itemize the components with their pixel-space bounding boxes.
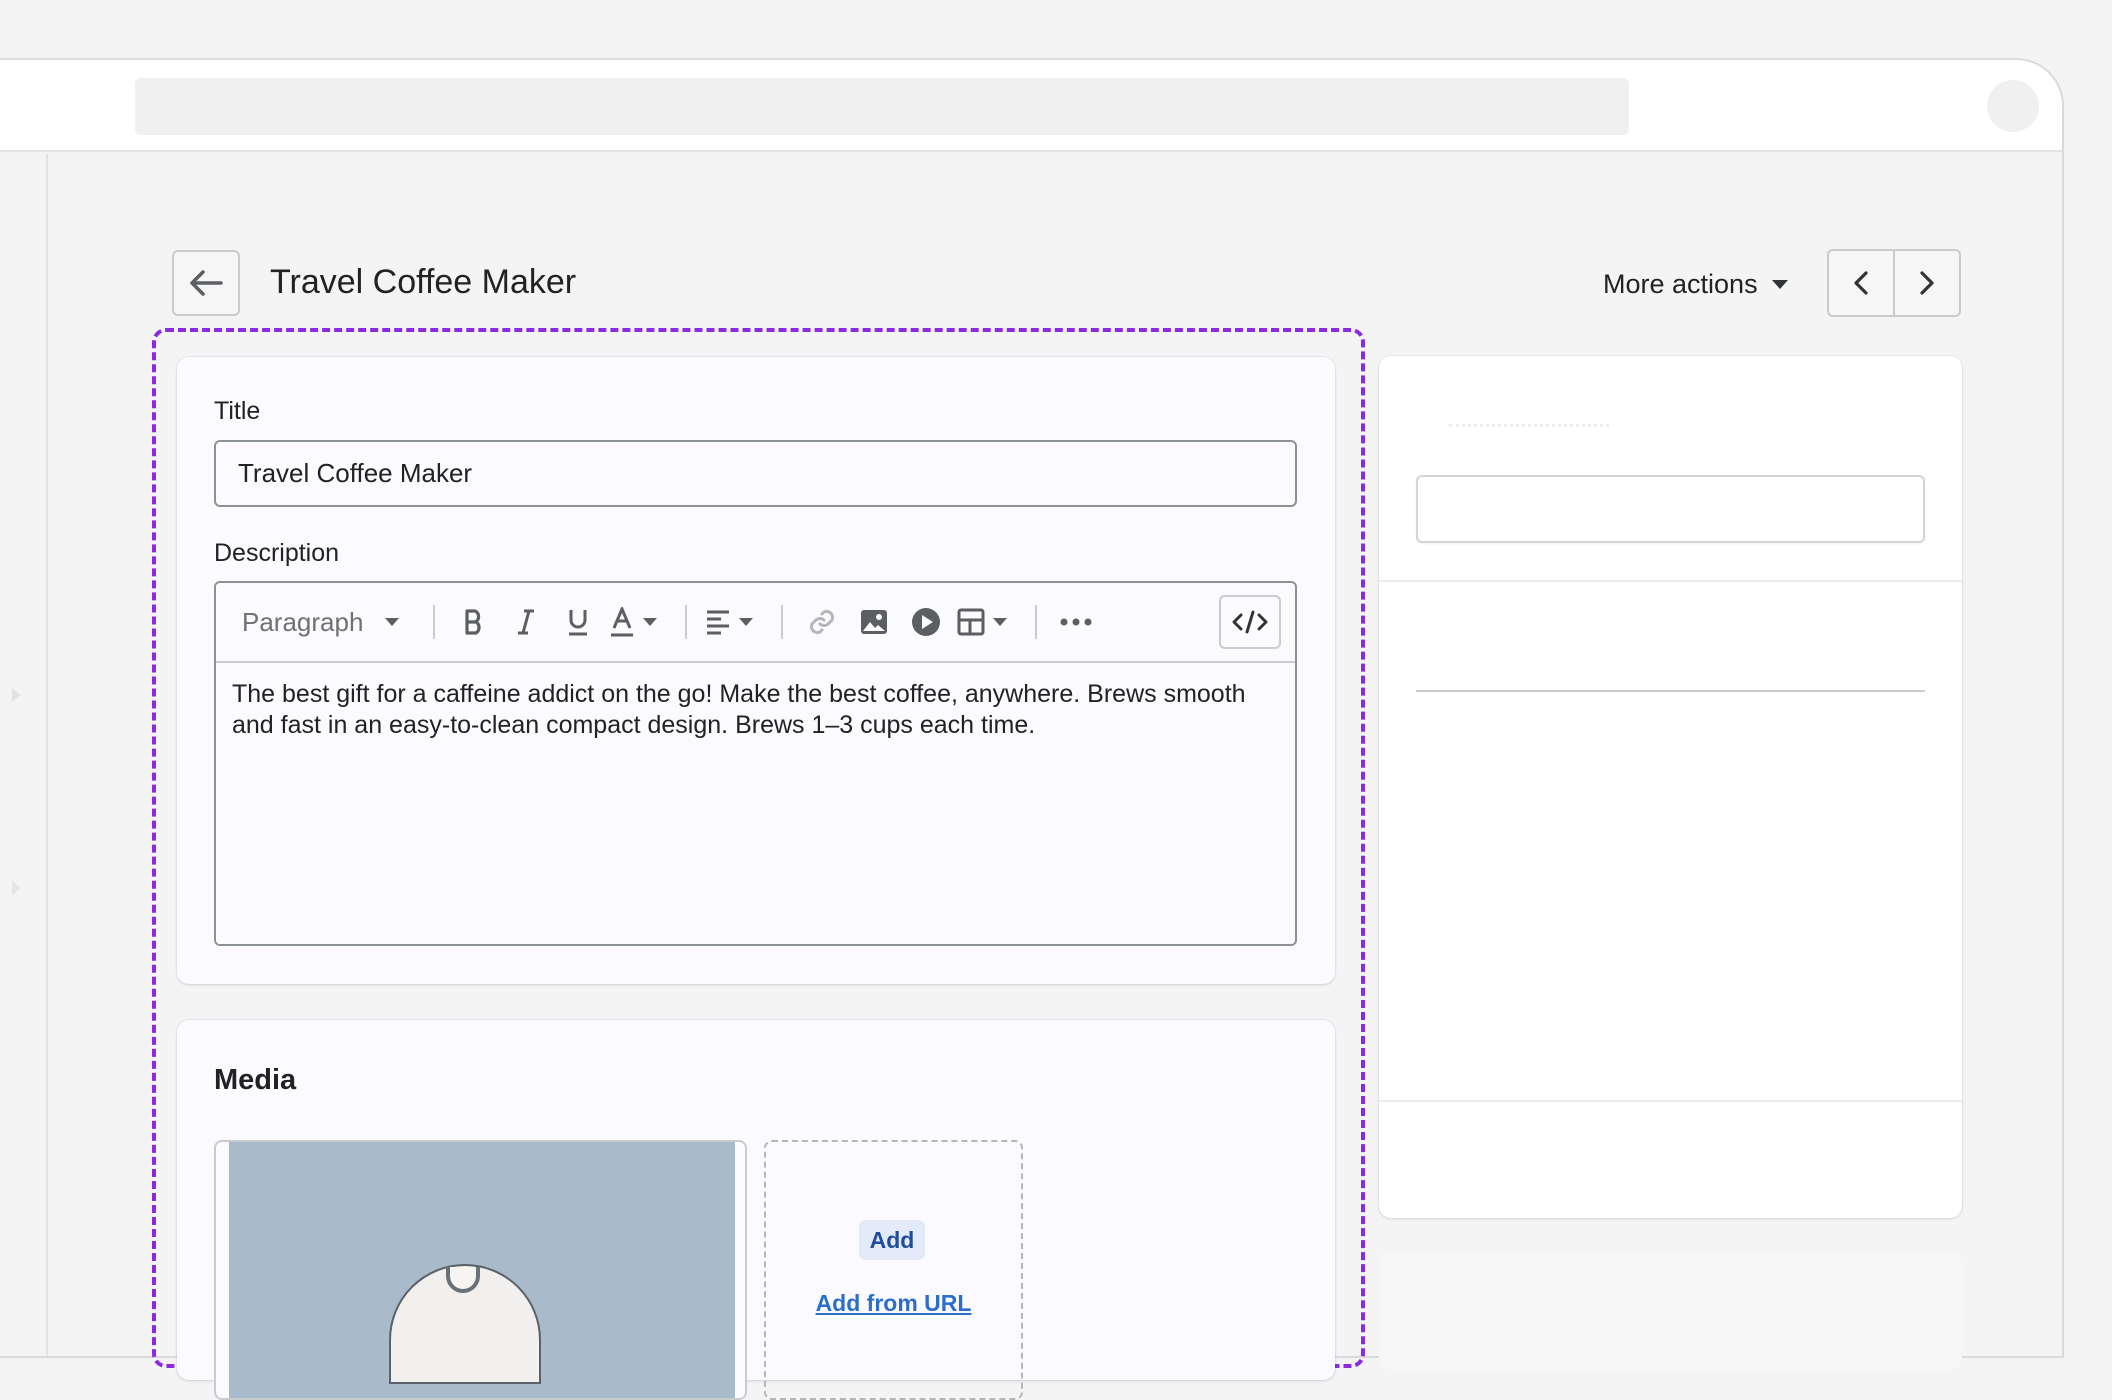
section-divider (1379, 1100, 1962, 1102)
underline-icon (569, 610, 588, 636)
sidebar-chevron-icon[interactable] (12, 688, 21, 702)
more-options-button[interactable] (1055, 600, 1097, 644)
sidebar-chevron-icon[interactable] (12, 881, 21, 895)
image-button[interactable] (853, 600, 895, 644)
more-actions-button[interactable]: More actions (1603, 262, 1788, 306)
media-title: Media (214, 1064, 297, 1096)
caret-down-icon (739, 618, 754, 626)
toolbar-divider (1035, 605, 1038, 639)
caret-down-icon (1771, 279, 1788, 289)
avatar[interactable] (1987, 80, 2039, 132)
code-view-button[interactable] (1219, 595, 1281, 649)
more-actions-label: More actions (1603, 268, 1758, 299)
caret-down-icon (993, 618, 1008, 626)
paragraph-format-value: Paragraph (242, 606, 364, 637)
arrow-left-icon (190, 270, 223, 296)
top-bar (0, 60, 2062, 152)
caret-down-icon (385, 618, 400, 626)
table-button[interactable] (957, 600, 1008, 644)
video-button[interactable] (905, 600, 947, 644)
description-editor: Paragraph The best gift for a caffeine a… (214, 581, 1297, 946)
side-panel-card-secondary (1379, 1250, 1962, 1370)
more-horizontal-icon (1060, 618, 1092, 626)
bold-icon (465, 609, 481, 635)
media-dropzone[interactable]: Add Add from URL (764, 1140, 1023, 1400)
editor-toolbar: Paragraph (216, 583, 1295, 663)
loading-text-placeholder (1449, 424, 1609, 428)
side-panel-card (1379, 356, 1962, 1218)
add-media-button[interactable]: Add (859, 1220, 925, 1260)
caret-down-icon (643, 618, 658, 626)
align-left-icon (707, 610, 730, 635)
next-button[interactable] (1893, 251, 1959, 315)
add-from-url-link[interactable]: Add from URL (766, 1290, 1021, 1317)
pagination (1827, 249, 1961, 317)
video-icon (912, 608, 941, 636)
media-card: Media Add Add from URL (177, 1020, 1335, 1400)
product-details-card: Title Travel Coffee Maker Description Pa… (177, 357, 1335, 984)
media-thumbnail[interactable] (214, 1140, 747, 1400)
code-icon (1232, 610, 1268, 634)
description-label: Description (214, 539, 340, 567)
italic-button[interactable] (505, 600, 547, 644)
chevron-left-icon (1854, 271, 1868, 295)
previous-button[interactable] (1829, 251, 1893, 315)
sidebar (0, 154, 48, 1356)
search-bar-placeholder[interactable] (135, 78, 1629, 135)
underline-button[interactable] (557, 600, 599, 644)
toolbar-divider (781, 605, 784, 639)
title-label: Title (214, 397, 261, 425)
image-icon (861, 610, 888, 634)
chevron-right-icon (1920, 271, 1934, 295)
description-text: The best gift for a caffeine addict on t… (232, 680, 1246, 739)
title-input-value: Travel Coffee Maker (238, 458, 473, 488)
table-icon (957, 608, 985, 636)
align-button[interactable] (705, 600, 754, 644)
text-color-icon (611, 607, 634, 637)
section-divider (1379, 580, 1962, 582)
description-text-area[interactable]: The best gift for a caffeine addict on t… (216, 663, 1295, 944)
bold-button[interactable] (453, 600, 495, 644)
toolbar-divider (433, 605, 436, 639)
page-title: Travel Coffee Maker (270, 263, 577, 301)
title-input[interactable]: Travel Coffee Maker (214, 440, 1297, 507)
italic-icon (518, 609, 535, 635)
paragraph-format-select[interactable]: Paragraph (242, 606, 400, 638)
side-panel-rule (1416, 690, 1925, 692)
link-button[interactable] (801, 600, 843, 644)
toolbar-divider (685, 605, 688, 639)
side-panel-input[interactable] (1416, 475, 1925, 543)
text-color-button[interactable] (609, 600, 658, 644)
link-icon (810, 609, 835, 635)
back-button[interactable] (172, 250, 240, 316)
